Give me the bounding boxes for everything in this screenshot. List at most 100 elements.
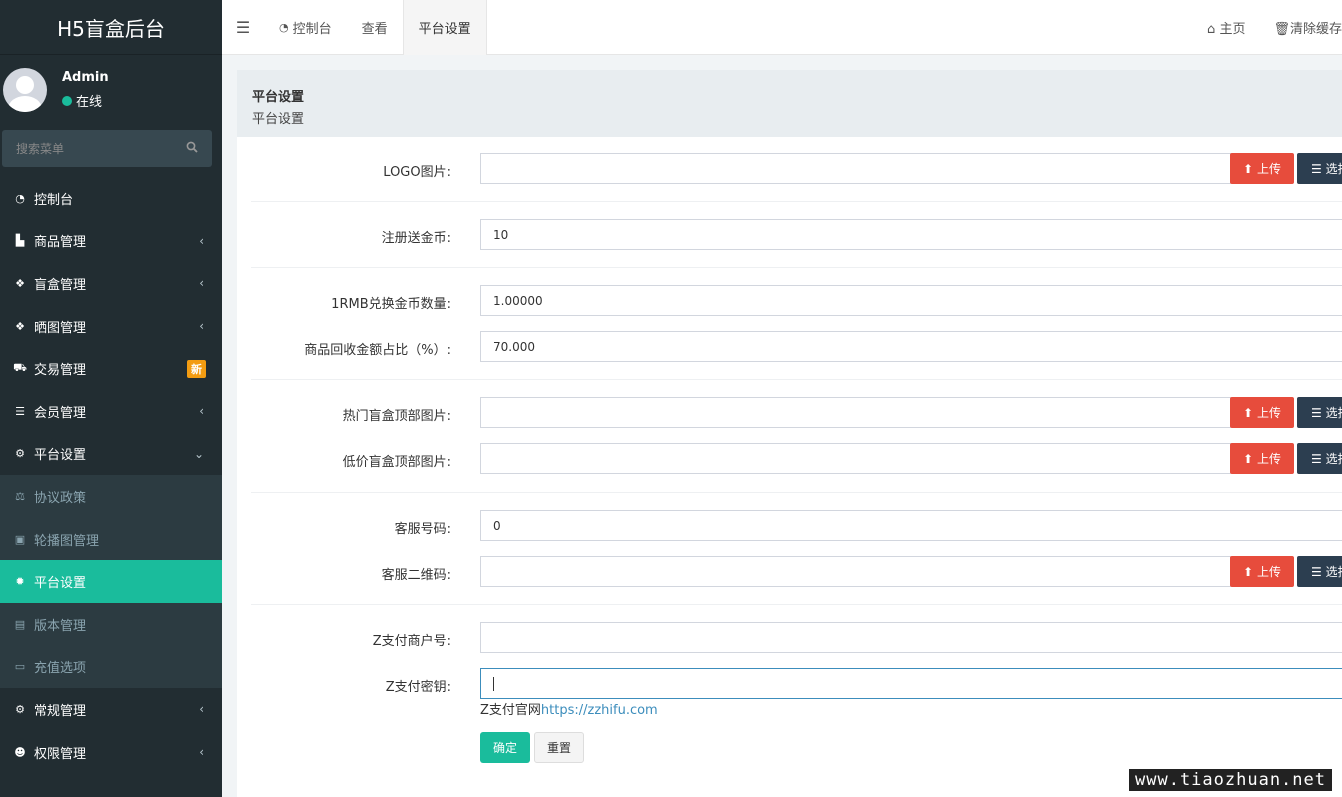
tab-view[interactable]: 查看: [347, 0, 403, 55]
field-label: 客服二维码:: [381, 568, 451, 583]
panel-title: 平台设置: [252, 90, 305, 105]
sidebar-item-policy[interactable]: ⚖ 协议政策: [0, 475, 222, 518]
sidebar-item-label: 权限管理: [34, 746, 87, 762]
sidebar-item-blindbox[interactable]: ❖ 盲盒管理 ‹: [0, 262, 222, 305]
sidebar-item-general[interactable]: ⚙ 常规管理 ‹: [0, 688, 222, 731]
field-label: 注册送金币:: [381, 231, 451, 246]
cogs-icon: ⚙: [15, 702, 25, 716]
trash-icon: 🗑: [1273, 22, 1290, 37]
tab-platform-settings[interactable]: 平台设置: [402, 0, 487, 55]
sidebar-item-members[interactable]: ☰ 会员管理 ‹: [0, 390, 222, 433]
menu-toggle-icon[interactable]: ☰: [222, 0, 264, 55]
clear-cache-link[interactable]: 🗑清除缓存: [1273, 18, 1342, 37]
sidebar-item-label: 控制台: [34, 192, 74, 208]
service-phone-input[interactable]: 0: [480, 510, 1342, 541]
field-label: Z支付商户号:: [372, 634, 451, 649]
sidebar-item-label: 盲盒管理: [34, 277, 87, 293]
user-status: 在线: [62, 91, 109, 110]
sidebar-item-banners[interactable]: ▣ 轮播图管理: [0, 517, 222, 561]
app-logo[interactable]: H5盲盒后台: [0, 0, 222, 55]
upload-label: 上传: [1256, 406, 1281, 420]
list-icon: ☰: [15, 404, 25, 418]
sidebar-item-showcase[interactable]: ❖ 晒图管理 ‹: [0, 305, 222, 348]
chevron-left-icon: ‹: [199, 233, 204, 248]
sidebar-item-label: 平台设置: [34, 448, 87, 464]
choose-label: 选择: [1325, 565, 1342, 579]
upload-button[interactable]: ⬆ 上传: [1230, 443, 1294, 474]
zpay-secret-input[interactable]: [480, 668, 1342, 699]
sidebar-item-versions[interactable]: ▤ 版本管理: [0, 602, 222, 646]
form-row-zpay-merchant: Z支付商户号:: [237, 622, 1342, 654]
upload-label: 上传: [1256, 162, 1281, 176]
chevron-left-icon: ‹: [199, 276, 204, 291]
list-icon: ☰: [1311, 451, 1322, 466]
upload-icon: ⬆: [1243, 564, 1254, 579]
panel-subtitle: 平台设置: [252, 112, 305, 127]
sidebar-item-products[interactable]: ▙ 商品管理 ‹: [0, 220, 222, 263]
upload-label: 上传: [1256, 452, 1281, 466]
zpay-help-text: Z支付官网https://zzhifu.com: [480, 699, 658, 718]
cogs-icon: ⚙: [15, 447, 25, 461]
sidebar-item-dashboard[interactable]: ◔ 控制台: [0, 177, 222, 220]
sidebar-item-recharge[interactable]: ▭ 充值选项: [0, 645, 222, 689]
zpay-website-link[interactable]: https://zzhifu.com: [541, 703, 658, 718]
recycle-ratio-input[interactable]: 70.000: [480, 331, 1342, 362]
register-coins-input[interactable]: 10: [480, 219, 1342, 250]
balance-scale-icon: ⚖: [15, 489, 25, 503]
settings-panel: 平台设置 平台设置 LOGO图片: ⬆ 上传 ☰ 选择 注册送金币: 10 1R…: [237, 70, 1342, 797]
choose-button[interactable]: ☰ 选择: [1297, 397, 1342, 428]
gear-icon: ✹: [15, 575, 25, 589]
sidebar-item-permissions[interactable]: ☻ 权限管理 ‹: [0, 731, 222, 774]
form-row-logo: LOGO图片: ⬆ 上传 ☰ 选择: [237, 153, 1342, 185]
exchange-rate-input[interactable]: 1.00000: [480, 285, 1342, 316]
upload-button[interactable]: ⬆ 上传: [1230, 153, 1294, 184]
chevron-left-icon: ‹: [199, 702, 204, 717]
logo-image-input[interactable]: [480, 153, 1231, 184]
chevron-left-icon: ‹: [199, 319, 204, 334]
credit-card-icon: ▭: [14, 660, 26, 674]
submit-button[interactable]: 确定: [480, 732, 530, 763]
upload-icon: ⬆: [1243, 161, 1254, 176]
tab-label: 平台设置: [418, 21, 471, 37]
menu-search-placeholder: 搜索菜单: [16, 142, 65, 156]
form-row-service-phone: 客服号码: 0: [237, 510, 1342, 542]
hot-banner-input[interactable]: [480, 397, 1231, 428]
menu-search-input[interactable]: 搜索菜单: [2, 130, 212, 167]
tab-dashboard[interactable]: ◔ 控制台: [264, 0, 347, 55]
field-label: Z支付密钥:: [385, 680, 451, 695]
reset-button[interactable]: 重置: [534, 732, 584, 763]
image-icon: ▣: [14, 532, 26, 546]
user-status-label: 在线: [76, 95, 103, 110]
choose-label: 选择: [1325, 452, 1342, 466]
list-icon: ☰: [1311, 161, 1322, 176]
sidebar-item-trade[interactable]: ⛟ 交易管理 新: [0, 347, 222, 390]
service-qrcode-input[interactable]: [480, 556, 1231, 587]
sidebar-item-platform[interactable]: ⚙ 平台设置 ⌄: [0, 433, 222, 476]
form-row-cheap-banner: 低价盲盒顶部图片: ⬆ 上传 ☰ 选择: [237, 443, 1342, 475]
field-label: 商品回收金额占比（%）:: [304, 343, 451, 358]
upload-button[interactable]: ⬆ 上传: [1230, 556, 1294, 587]
cart-icon: ⛟: [13, 361, 27, 375]
upload-button[interactable]: ⬆ 上传: [1230, 397, 1294, 428]
dropbox-icon: ❖: [15, 319, 25, 333]
sidebar-item-label: 平台设置: [34, 576, 87, 592]
choose-button[interactable]: ☰ 选择: [1297, 556, 1342, 587]
zpay-merchant-input[interactable]: [480, 622, 1342, 653]
home-link[interactable]: ⌂ 主页: [1207, 18, 1245, 37]
cheap-banner-input[interactable]: [480, 443, 1231, 474]
divider: [251, 267, 1342, 268]
top-navbar: ☰ ◔ 控制台 查看 平台设置 ⌂ 主页 🗑清除缓存: [222, 0, 1342, 55]
server-icon: ▤: [14, 617, 26, 631]
tab-label: 查看: [361, 21, 388, 37]
chevron-down-icon: ⌄: [193, 446, 204, 461]
sidebar-item-platform-settings[interactable]: ✹ 平台设置: [0, 560, 222, 603]
choose-button[interactable]: ☰ 选择: [1297, 443, 1342, 474]
choose-button[interactable]: ☰ 选择: [1297, 153, 1342, 184]
tab-label: 控制台: [292, 21, 332, 37]
watermark: www.tiaozhuan.net: [1129, 769, 1332, 791]
list-icon: ☰: [1311, 405, 1322, 420]
search-icon[interactable]: [186, 141, 198, 156]
form-row-exchange-rate: 1RMB兑换金币数量: 1.00000: [237, 285, 1342, 317]
users-icon: ☻: [14, 745, 26, 759]
field-label: LOGO图片:: [383, 165, 451, 180]
